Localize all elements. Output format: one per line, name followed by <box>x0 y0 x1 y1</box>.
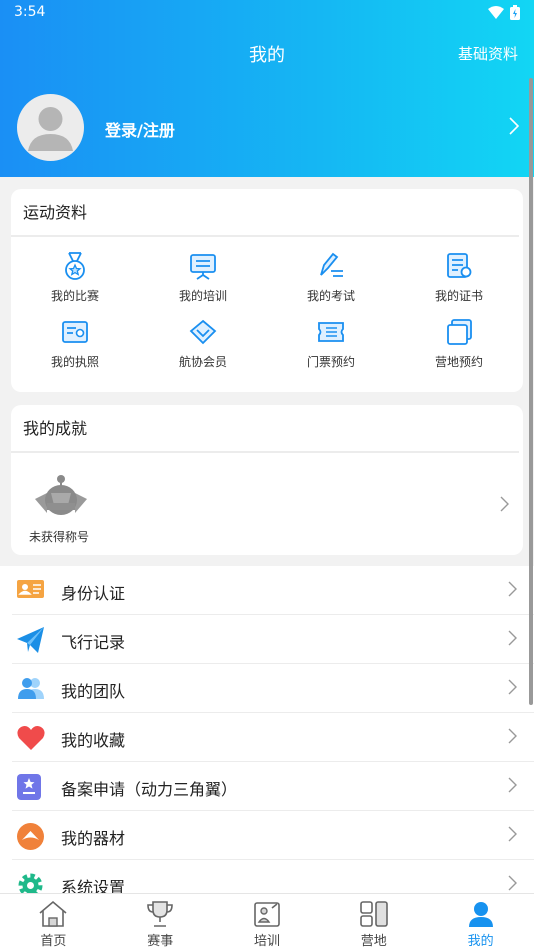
diamond-icon <box>189 319 217 345</box>
status-icons <box>488 5 520 20</box>
menu-identity[interactable]: 身份认证 <box>12 566 534 615</box>
achievement-row[interactable]: 未获得称号 <box>11 453 523 553</box>
item-label: 我的培训 <box>178 289 227 303</box>
my-certificates[interactable]: 我的证书 <box>395 251 523 317</box>
team-icon <box>18 678 44 699</box>
chevron-right-icon <box>508 875 517 891</box>
menu-team[interactable]: 我的团队 <box>12 664 534 713</box>
ticket-booking[interactable]: 门票预约 <box>267 317 395 383</box>
menu-flight-record[interactable]: 飞行记录 <box>12 615 534 664</box>
tab-camp[interactable]: 营地 <box>320 894 427 950</box>
my-exams[interactable]: 我的考试 <box>267 251 395 317</box>
badge-text: 未获得称号 <box>29 530 90 544</box>
training-icon <box>254 902 280 927</box>
tab-training[interactable]: 培训 <box>214 894 321 950</box>
battery-icon <box>510 5 520 20</box>
trophy-icon <box>147 901 173 927</box>
pen-icon <box>320 252 343 277</box>
camp-booking[interactable]: 营地预约 <box>395 317 523 383</box>
tab-label: 首页 <box>40 934 67 949</box>
tab-label: 营地 <box>360 934 387 949</box>
home-icon <box>39 900 67 927</box>
license-icon <box>62 321 88 343</box>
aviation-member[interactable]: 航协会员 <box>139 317 267 383</box>
heart-icon <box>17 726 45 750</box>
medal-icon <box>65 252 85 280</box>
ticket-icon <box>318 322 344 342</box>
tab-events[interactable]: 赛事 <box>107 894 214 950</box>
achievement-card: 我的成就 未获得称号 <box>11 405 523 555</box>
menu-settings[interactable]: 系统设置 <box>12 860 534 896</box>
tab-label: 赛事 <box>147 934 174 949</box>
item-label: 门票预约 <box>306 355 355 369</box>
item-label: 航协会员 <box>178 355 227 369</box>
equipment-icon <box>17 823 44 850</box>
menu-favorites[interactable]: 我的收藏 <box>12 713 534 762</box>
menu-filing[interactable]: 备案申请（动力三角翼） <box>12 762 534 811</box>
item-label: 我的执照 <box>50 355 99 369</box>
chevron-right-icon <box>508 581 517 597</box>
certificate-icon <box>447 253 472 278</box>
sports-title: 运动资料 <box>11 189 519 237</box>
filing-icon <box>17 774 41 800</box>
scrollbar[interactable] <box>529 78 533 705</box>
default-avatar-icon <box>28 107 73 151</box>
wifi-icon <box>488 6 504 19</box>
tab-label: 培训 <box>253 934 280 949</box>
camp-grid-icon <box>359 901 388 927</box>
menu-label: 我的收藏 <box>61 731 126 750</box>
paper-plane-icon <box>17 627 44 653</box>
sports-card: 运动资料 我的比赛 我的培训 我的考试 我的证书 我的执照 航协会员 门票预约 <box>11 189 523 392</box>
id-card-icon <box>17 580 44 598</box>
chevron-right-icon[interactable] <box>509 117 519 135</box>
menu-list: 身份认证 飞行记录 我的团队 我的收藏 备案申请（动力三角翼） 我的器材 系统设… <box>0 566 534 896</box>
chevron-right-icon <box>508 826 517 842</box>
menu-equipment[interactable]: 我的器材 <box>12 811 534 860</box>
easel-icon <box>190 254 216 280</box>
menu-label: 飞行记录 <box>61 633 126 652</box>
tab-label: 我的 <box>467 934 494 949</box>
avatar[interactable] <box>17 94 84 161</box>
menu-label: 我的器材 <box>61 829 126 848</box>
my-training[interactable]: 我的培训 <box>139 251 267 317</box>
my-license[interactable]: 我的执照 <box>11 317 139 383</box>
chevron-right-icon <box>508 630 517 646</box>
chevron-right-icon <box>508 679 517 695</box>
chevron-right-icon <box>508 728 517 744</box>
my-competitions[interactable]: 我的比赛 <box>11 251 139 317</box>
profile-icon <box>468 902 493 927</box>
menu-label: 备案申请（动力三角翼） <box>61 780 238 799</box>
page-title: 我的 <box>249 45 285 66</box>
item-label: 我的比赛 <box>50 289 99 303</box>
login-register-link[interactable]: 登录/注册 <box>105 117 175 141</box>
menu-label: 身份认证 <box>61 584 126 603</box>
camp-icon <box>447 319 472 345</box>
item-label: 营地预约 <box>434 355 483 369</box>
profile-header: 3:54 我的 基础资料 登录/注册 <box>0 0 534 177</box>
status-time: 3:54 <box>14 4 46 20</box>
tab-home[interactable]: 首页 <box>0 894 107 950</box>
basic-info-link[interactable]: 基础资料 <box>458 43 518 64</box>
item-label: 我的考试 <box>306 289 355 303</box>
achievement-title: 我的成就 <box>11 405 519 453</box>
item-label: 我的证书 <box>434 289 483 303</box>
menu-label: 我的团队 <box>61 682 126 701</box>
bottom-tab-bar: 首页 赛事 培训 营地 我的 <box>0 893 534 950</box>
tab-mine[interactable]: 我的 <box>427 894 534 950</box>
chevron-right-icon <box>500 496 509 512</box>
badge-icon <box>35 475 87 515</box>
chevron-right-icon <box>508 777 517 793</box>
